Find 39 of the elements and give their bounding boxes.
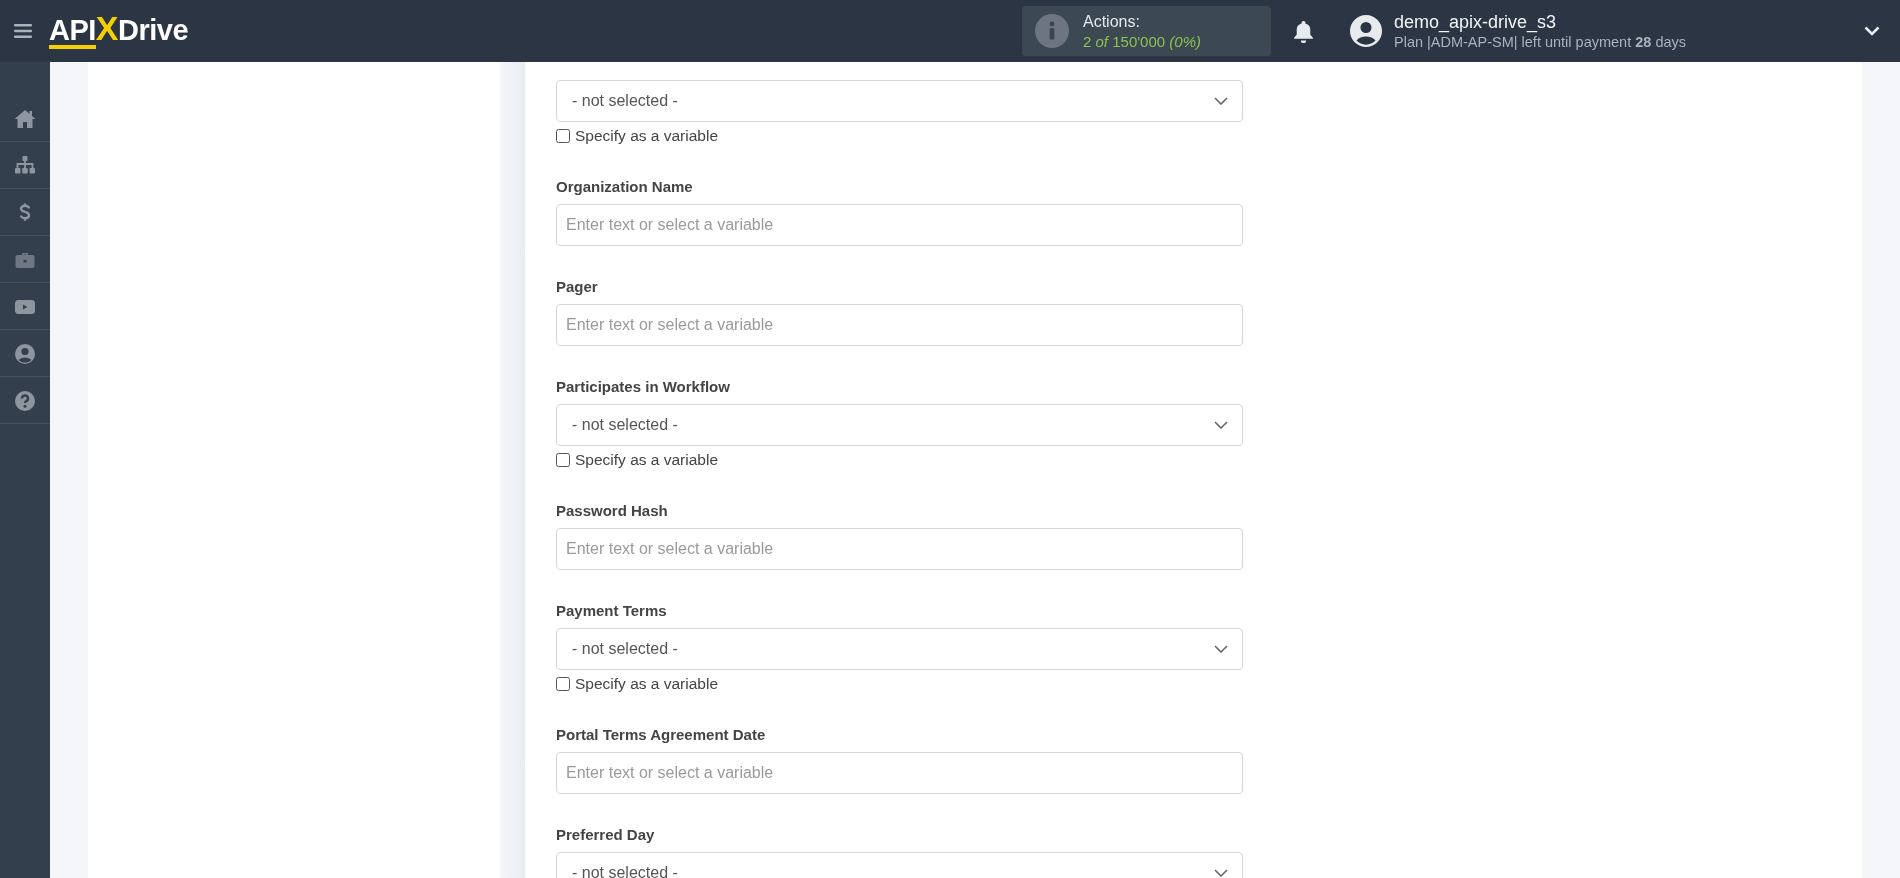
field-label: Portal Terms Agreement Date — [556, 725, 767, 745]
input-field[interactable]: Enter text or select a variable — [556, 204, 1243, 246]
actions-label: Actions: — [1083, 11, 1141, 32]
help-icon[interactable] — [13, 389, 37, 411]
field-label: Pager — [556, 277, 599, 297]
chevron-down-icon[interactable] — [1864, 26, 1880, 36]
menu-icon[interactable] — [14, 24, 32, 38]
actions-count: 2 of 150'000 (0%) — [1083, 31, 1201, 51]
avatar-icon[interactable] — [1350, 15, 1382, 47]
select-field[interactable]: - not selected - — [556, 404, 1243, 446]
user-name[interactable]: demo_apix-drive_s3 — [1394, 11, 1834, 33]
input-field[interactable]: Enter text or select a variable — [556, 304, 1243, 346]
select-field[interactable]: - not selected - — [556, 852, 1243, 878]
input-field[interactable]: Enter text or select a variable — [556, 528, 1243, 570]
field-label: Password Hash — [556, 501, 669, 521]
checkbox[interactable] — [556, 453, 570, 467]
checkbox-label[interactable]: Specify as a variable — [575, 127, 719, 145]
field-label: Participates in Workflow — [556, 377, 731, 397]
sitemap-icon[interactable] — [13, 154, 37, 176]
checkbox[interactable] — [556, 677, 570, 691]
caret-icon — [1214, 869, 1228, 877]
info-icon — [1035, 14, 1069, 48]
home-icon[interactable] — [13, 107, 37, 129]
select-field[interactable]: - not selected - — [556, 628, 1243, 670]
plan-info: Plan |ADM-AP-SM| left until payment 28 days — [1394, 33, 1688, 51]
caret-icon — [1214, 97, 1228, 105]
input-field[interactable]: Enter text or select a variable — [556, 752, 1243, 794]
select-field[interactable]: - not selected - — [556, 80, 1243, 122]
field-label: Organization Name — [556, 177, 694, 197]
caret-icon — [1214, 421, 1228, 429]
checkbox[interactable] — [556, 129, 570, 143]
bell-icon[interactable] — [1293, 19, 1314, 43]
field-label: Payment Terms — [556, 601, 668, 621]
user-icon[interactable] — [13, 342, 37, 364]
caret-icon — [1214, 645, 1228, 653]
logo[interactable]: APIXDrive — [49, 13, 189, 49]
checkbox-label[interactable]: Specify as a variable — [575, 451, 719, 469]
field-label: Preferred Day — [556, 825, 656, 845]
checkbox-label[interactable]: Specify as a variable — [575, 675, 719, 693]
